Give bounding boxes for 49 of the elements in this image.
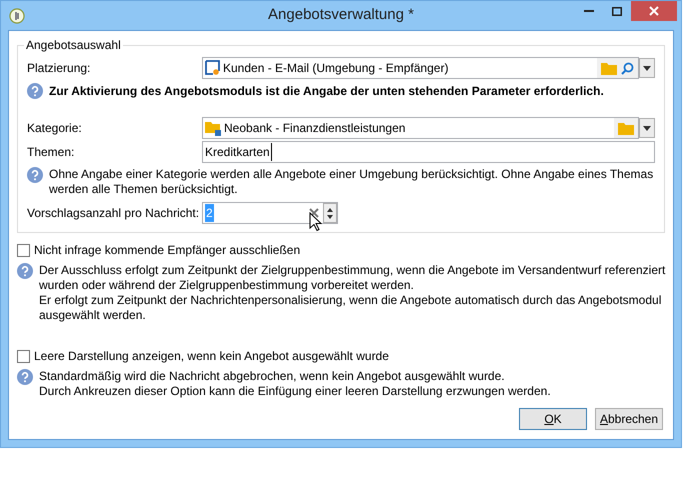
placement-value: Kunden - E-Mail (Umgebung - Empfänger) — [223, 60, 448, 77]
app-icon — [9, 8, 25, 24]
placement-icon — [205, 60, 221, 76]
category-field[interactable]: Neobank - Finanzdienstleistungen — [202, 117, 639, 139]
close-button[interactable] — [631, 1, 677, 21]
spin-button[interactable] — [323, 203, 337, 223]
help-icon — [17, 369, 33, 385]
help-text: Standardmäßig wird die Nachricht abgebrochen, wenn kein Angebot ausgewählt wurde. — [39, 369, 506, 384]
themes-field[interactable]: Kreditkarten — [202, 141, 655, 163]
field-label: Vorschlagsanzahl pro Nachricht: — [27, 205, 200, 222]
field-label: Themen: — [27, 144, 76, 161]
caret-icon — [643, 66, 651, 70]
help-text: wurden oder während der Zielgruppenbestimmung vorbereitet werden. — [39, 278, 415, 293]
checkbox-label: Leere Darstellung anzeigen, wenn kein Angebot ausgewählt wurde — [34, 348, 389, 365]
dialog-button[interactable]: OK — [519, 408, 587, 430]
close-icon — [649, 6, 659, 16]
help-text: Der Ausschluss erfolgt zum Zeitpunkt der Zielgruppenbestimmung, wenn die Angebote im Versandentwurf referenziert — [39, 263, 666, 278]
group-title: Angebotsauswahl — [24, 38, 123, 53]
field-label: Kategorie: — [27, 120, 83, 137]
mouse-cursor-icon — [309, 212, 322, 232]
window-title: Angebotsverwaltung * — [267, 5, 415, 26]
help-text: Er erfolgt zum Zeitpunkt der Nachrichtenpersonalisierung, wenn die Angebote automatisch durch das Angebotsmodul — [39, 293, 662, 308]
hint-text: werden alle Themen berücksichtigt. — [49, 182, 239, 197]
category-value: Neobank - Finanzdienstleistungen — [224, 120, 406, 137]
checkbox[interactable] — [17, 350, 30, 362]
maximize-icon — [612, 6, 622, 16]
field-label: Platzierung: — [27, 60, 92, 77]
minimize-icon — [584, 10, 594, 12]
clear-icon[interactable] — [309, 208, 319, 218]
search-icon[interactable] — [621, 62, 634, 74]
themes-value: Kreditkarten — [205, 143, 272, 161]
help-text: Durch Ankreuzen dieser Option kann die Einfügung einer leeren Darstellung erzwungen werden. — [39, 384, 551, 399]
checkbox[interactable] — [17, 244, 30, 256]
dropdown-button[interactable] — [639, 118, 655, 138]
hint-text: Ohne Angabe einer Kategorie werden alle Angebote einer Umgebung berücksichtigt. Ohne Angabe eines Themas — [49, 167, 654, 182]
count-value: 2 — [205, 204, 214, 222]
notice-text: Zur Aktivierung des Angebotsmoduls ist die Angabe der unten stehenden Parameter erforderlich. — [49, 83, 604, 100]
dropdown-button[interactable] — [639, 58, 655, 78]
placement-field[interactable]: Kunden - E-Mail (Umgebung - Empfänger) — [202, 57, 639, 79]
help-text: ausgewählt werden. — [39, 308, 147, 323]
checkbox-label: Nicht infrage kommende Empfänger ausschließen — [34, 242, 300, 259]
help-icon — [27, 83, 43, 99]
help-icon — [17, 263, 33, 279]
dialog-button[interactable]: Abbrechen — [595, 408, 663, 430]
caret-icon — [643, 126, 651, 130]
up-icon — [327, 208, 333, 212]
down-icon — [327, 214, 333, 218]
help-icon — [27, 167, 43, 183]
folder-icon — [205, 120, 222, 136]
